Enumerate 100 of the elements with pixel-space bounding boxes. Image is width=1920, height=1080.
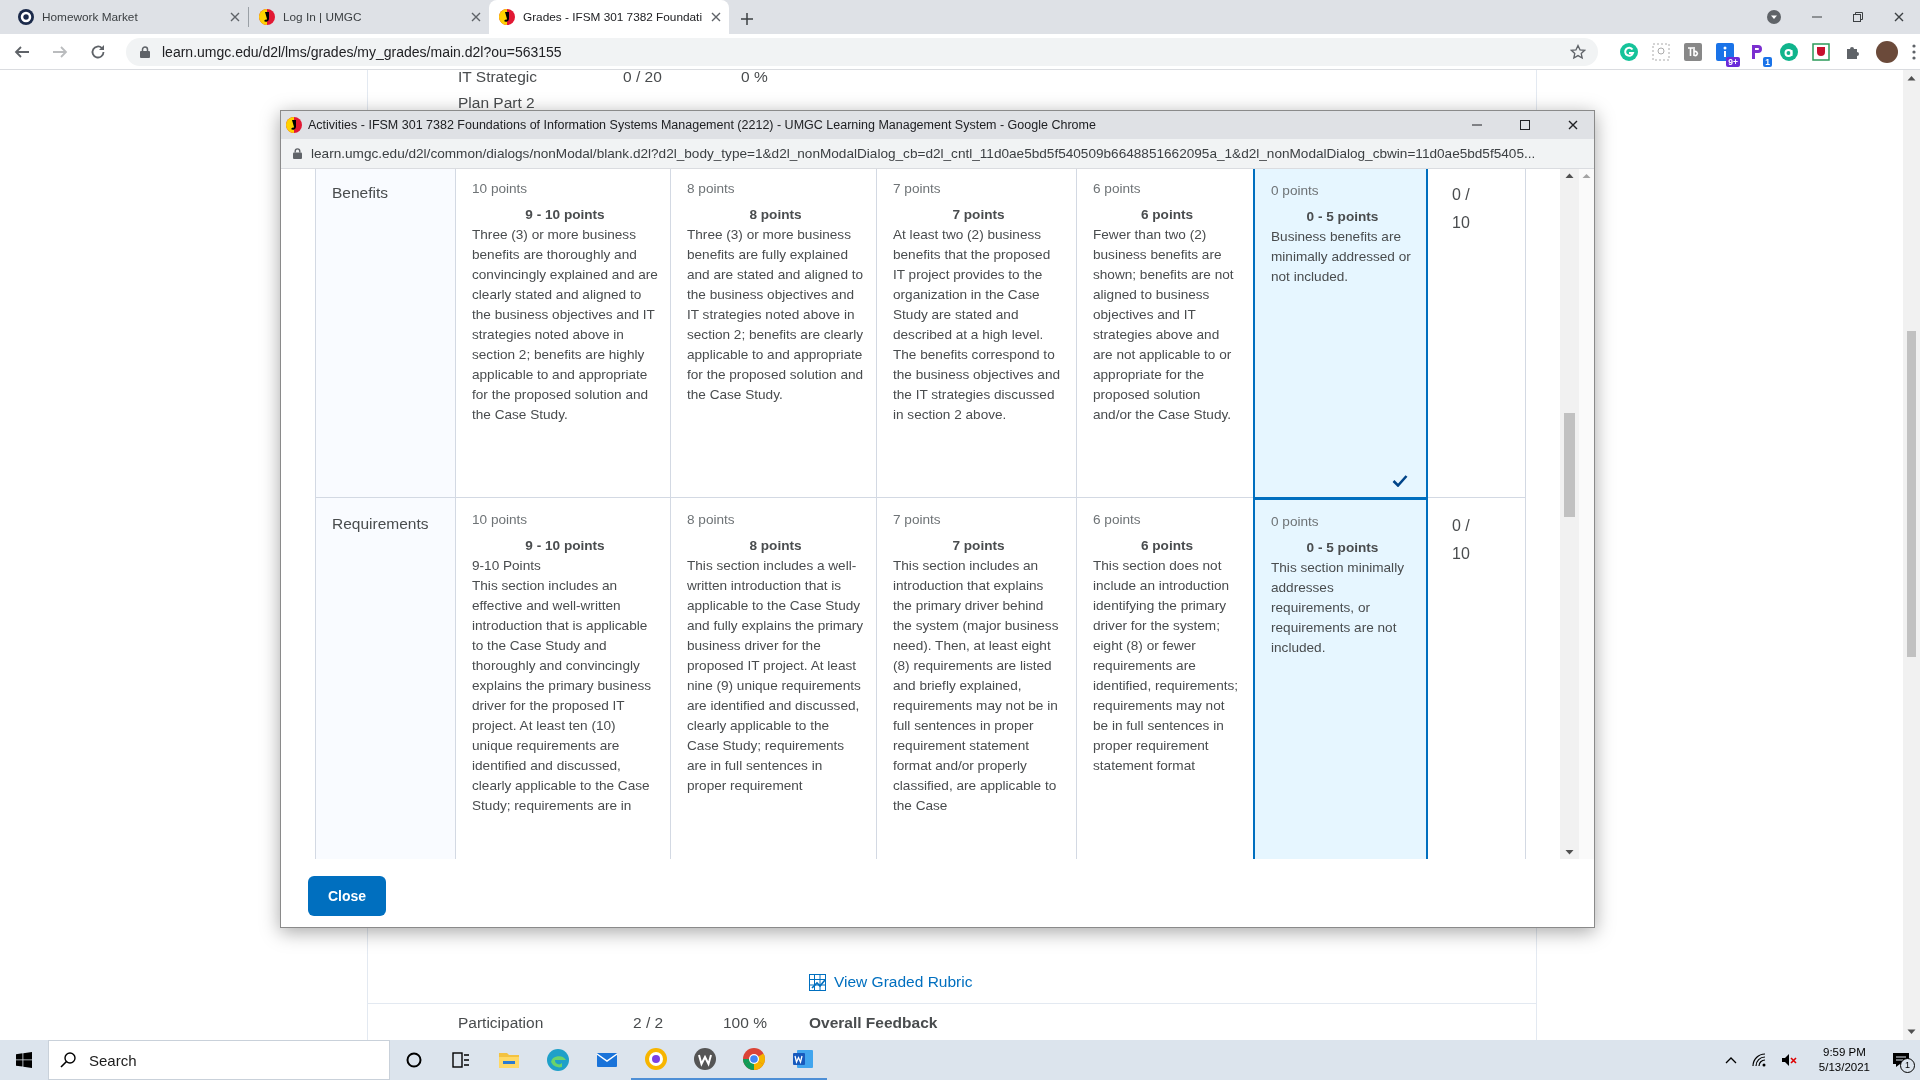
- grade-percent: 100 %: [723, 1014, 768, 1032]
- a-extension-icon[interactable]: [1780, 42, 1798, 61]
- cortana-circle-icon[interactable]: [406, 1052, 422, 1068]
- address-bar[interactable]: learn.umgc.edu/d2l/lms/grades/my_grades/main.d2l?ou=563155: [126, 37, 1598, 66]
- volume-muted-icon[interactable]: [1780, 1052, 1797, 1068]
- points-label: 7 points: [893, 180, 942, 198]
- points-label: 6 points: [1093, 180, 1142, 198]
- forward-arrow-icon: [52, 43, 68, 60]
- reload-icon[interactable]: [90, 43, 106, 60]
- close-button[interactable]: Close: [308, 876, 386, 916]
- tab-close-icon[interactable]: [711, 12, 721, 22]
- level-heading: 8 points: [748, 206, 803, 224]
- grade-item-name: Participation: [458, 1014, 545, 1032]
- maximize-icon[interactable]: [1520, 120, 1530, 130]
- grade-score: 0 / 20: [623, 67, 663, 87]
- task-view-icon[interactable]: [452, 1052, 470, 1068]
- level-description: This section minimally addresses requirements, or requirements are not included.: [1271, 559, 1405, 657]
- points-label: 8 points: [687, 180, 736, 198]
- scrollbar-thumb[interactable]: [1564, 413, 1575, 517]
- search-icon: [60, 1052, 76, 1068]
- level-description: This section includes a well-written introduction that is applicable to the Case Study and fully explains the primary business driver for the proposed IT project. At least nine (9) unique requirements are identified and discussed, clearly applicable to the Case Study; requirements are in full sentences in proper requirement: [687, 557, 864, 795]
- level-description: This section does not include an introduction identifying the primary driver for the system; eight (8) or fewer requirements are identified, requirements; requirements may not be in full sentences in proper requirement statement format: [1093, 557, 1240, 775]
- tb-extension-icon[interactable]: [1684, 42, 1702, 61]
- selected-level-cell[interactable]: 0 points 0 - 5 points This section minimally addresses requirements, or requirements are not included.: [1253, 498, 1428, 859]
- points-label: 0 points: [1271, 513, 1320, 531]
- popup-url: learn.umgc.edu/d2l/common/dialogs/nonModal/blank.d2l?d2l_body_type=1&d2l_nonModalDialog_cb=d2l_cntl_11d0ae5bd5f540509b6648851662095a_1&d2l_nonModalDialog_cbwin=11d0ae5bd5f5405...: [311, 146, 1536, 161]
- rubric-grid-icon: [809, 973, 826, 991]
- score-text: 0 / 10: [1452, 516, 1471, 564]
- lock-icon: [140, 45, 150, 58]
- window-close-icon[interactable]: [1568, 120, 1578, 130]
- points-label: 10 points: [472, 511, 529, 529]
- window-close-icon[interactable]: [1894, 12, 1904, 22]
- level-description: 9-10 Points: [472, 557, 542, 575]
- level-heading: 7 points: [951, 537, 1006, 555]
- word-icon[interactable]: [790, 1047, 815, 1071]
- window-title: Activities - IFSM 301 7382 Foundations of Information Systems Management (2212) - UMGC Learning Management System - Google Chrome: [308, 118, 1097, 132]
- lock-icon: [293, 148, 302, 159]
- grade-item-name: IT Strategic Plan Part 2: [458, 67, 538, 113]
- level-heading: 6 points: [1139, 537, 1195, 555]
- level-cell[interactable]: [456, 169, 671, 498]
- tab-close-icon[interactable]: [471, 12, 481, 22]
- browser-tab[interactable]: Grades - IFSM 301 7382 Foundati: [489, 0, 729, 34]
- level-heading: 7 points: [951, 206, 1006, 224]
- tab-close-icon[interactable]: [230, 12, 240, 22]
- info-extension-icon[interactable]: [1716, 42, 1734, 61]
- points-label: 8 points: [687, 511, 736, 529]
- points-label: 0 points: [1271, 182, 1320, 200]
- level-cell[interactable]: [671, 169, 877, 498]
- level-heading: 9 - 10 points: [524, 206, 606, 224]
- view-rubric-link[interactable]: View Graded Rubric: [834, 973, 973, 991]
- notification-count: 1: [1900, 1058, 1915, 1073]
- criterion-name: Requirements: [332, 515, 429, 532]
- ring-browser-icon[interactable]: [643, 1047, 668, 1071]
- clock-date: 5/13/2021: [1818, 1060, 1870, 1075]
- bookmark-star-icon[interactable]: [1570, 43, 1586, 60]
- umgc-logo-icon: [259, 9, 275, 25]
- browser-tab[interactable]: Log In | UMGC: [249, 0, 489, 34]
- grade-percent: 0 %: [741, 67, 768, 87]
- level-cell[interactable]: [877, 169, 1077, 498]
- w-app-icon[interactable]: [692, 1047, 717, 1071]
- clock-time: 9:59 PM: [1823, 1045, 1866, 1060]
- site-logo-icon: [18, 9, 34, 25]
- level-heading: 6 points: [1139, 206, 1195, 224]
- level-heading: 9 - 10 points: [524, 537, 606, 555]
- level-heading: 8 points: [748, 537, 803, 555]
- back-arrow-icon[interactable]: [14, 43, 30, 60]
- restore-icon[interactable]: [1853, 12, 1863, 22]
- network-icon[interactable]: [1750, 1052, 1767, 1068]
- level-description: At least two (2) business benefits that the proposed IT project provides to the organization in the Case Study are stated and described at a high level. The benefits correspond to the business objectives and the IT strategies discussed in section 2 above.: [893, 226, 1061, 424]
- points-label: 7 points: [893, 511, 942, 529]
- profile-dropdown-icon[interactable]: [1767, 10, 1781, 24]
- windows-start-icon[interactable]: [16, 1052, 32, 1068]
- umgc-logo-icon: [499, 9, 515, 25]
- shield-extension-icon[interactable]: [1812, 42, 1830, 61]
- level-description: Fewer than two (2) business benefits are shown; benefits are not aligned to business objectives and IT strategies above and are not applicable to or appropriate for the proposed solution and/or the Case Study.: [1093, 226, 1235, 424]
- chrome-icon[interactable]: [741, 1047, 766, 1071]
- level-heading: 0 - 5 points: [1305, 208, 1380, 226]
- score-text: 0 / 10: [1452, 185, 1471, 233]
- level-description: Business benefits are minimally addressed or not included.: [1271, 228, 1412, 286]
- menu-icon[interactable]: [1912, 43, 1916, 60]
- avatar-icon[interactable]: [1876, 40, 1898, 63]
- browser-tab[interactable]: Homework Market: [8, 0, 248, 34]
- notification-badge: 1: [1763, 56, 1772, 67]
- points-label: 10 points: [472, 180, 529, 198]
- level-description: This section includes an introduction that explains the primary driver behind the system (major business need). Then, at least eight (8) requirements are listed and briefly explained, requirements may not be in full sentences in proper requirement statement format and/or properly classified, are applicable to the Case: [893, 557, 1060, 815]
- level-heading: 0 - 5 points: [1305, 539, 1380, 557]
- criterion-name: Benefits: [332, 184, 388, 201]
- scrollbar-thumb[interactable]: [1907, 331, 1916, 657]
- notification-badge: 9+: [1726, 56, 1740, 67]
- level-description: This section includes an effective and well-written introduction that is applicable to the Case Study and thoroughly and convincingly explains the primary business driver for the proposed IT project. At least ten (10) unique requirements are identified and discussed, clearly applicable to the Case Study; requirements are in: [472, 577, 653, 815]
- level-description: Three (3) or more business benefits are fully explained and are stated and aligned to the business objectives and IT strategies noted above in section 2; benefits are clearly applicable to and appropriate for the proposed solution and the Case Study.: [687, 226, 864, 404]
- grade-score: 2 / 2: [633, 1014, 665, 1032]
- level-description: Three (3) or more business benefits are thoroughly and convincingly explained and are clearly stated and aligned to the business objectives and IT strategies noted above in section 2; benefits are highly applicable to and appropriate for the proposed solution and the Case Study.: [472, 226, 658, 424]
- umgc-logo-icon: [286, 117, 302, 133]
- show-hidden-icons-icon[interactable]: [1724, 1056, 1737, 1064]
- feedback-heading: Overall Feedback: [809, 1014, 938, 1032]
- search-field[interactable]: Search: [48, 1040, 390, 1080]
- selected-level-cell[interactable]: 0 points 0 - 5 points Business benefits are minimally addressed or not included.: [1253, 169, 1428, 499]
- points-label: 6 points: [1093, 511, 1142, 529]
- new-tab-icon[interactable]: [741, 13, 753, 25]
